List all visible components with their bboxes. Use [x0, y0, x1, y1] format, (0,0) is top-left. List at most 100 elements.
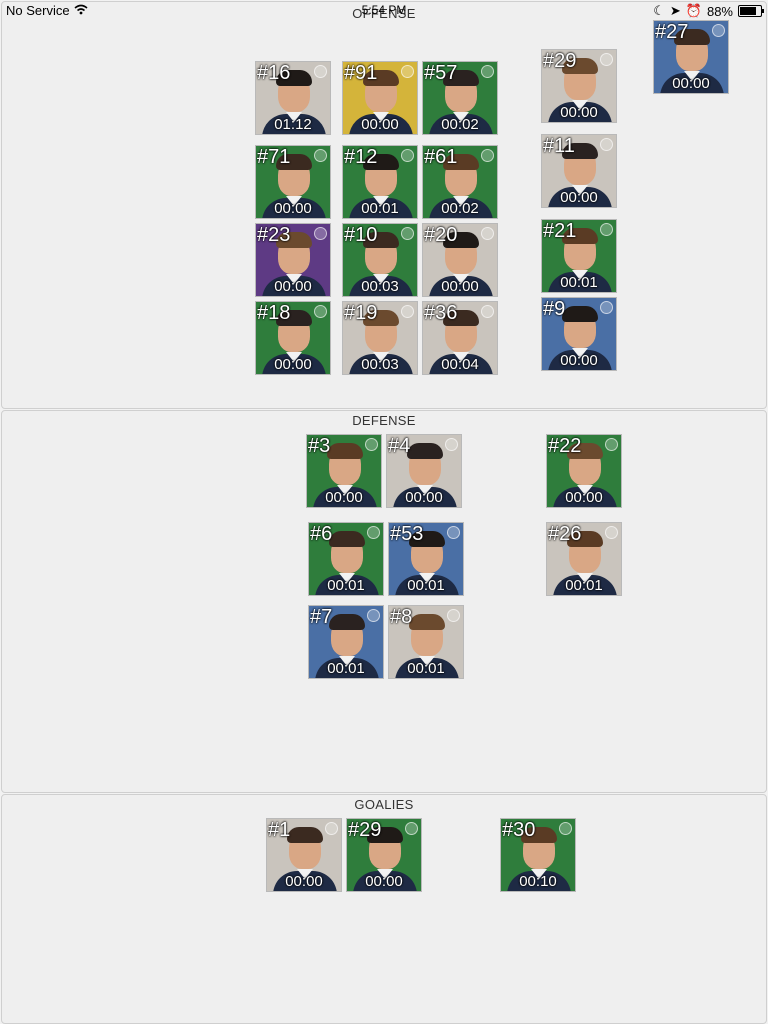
- player-number: #7: [310, 606, 333, 628]
- player-card-p19[interactable]: #19 00:03: [342, 301, 418, 375]
- team-logo-icon: [600, 223, 613, 236]
- team-logo-icon: [401, 149, 414, 162]
- team-logo-icon: [365, 438, 378, 451]
- player-number: #21: [543, 220, 577, 242]
- ice-time: 00:01: [327, 660, 365, 677]
- team-logo-icon: [559, 822, 572, 835]
- player-card-p29o[interactable]: #29 00:00: [541, 49, 617, 123]
- team-logo-icon: [600, 138, 613, 151]
- player-card-p6[interactable]: #6 00:01: [308, 522, 384, 596]
- player-card-p3[interactable]: #3 00:00: [306, 434, 382, 508]
- player-card-p16[interactable]: #16 01:12: [255, 61, 331, 135]
- player-number: #23: [257, 224, 291, 246]
- team-logo-icon: [481, 149, 494, 162]
- player-card-p11[interactable]: #11 00:00: [541, 134, 617, 208]
- player-card-p22[interactable]: #22 00:00: [546, 434, 622, 508]
- player-card-p18[interactable]: #18 00:00: [255, 301, 331, 375]
- player-card-p57[interactable]: #57 00:02: [422, 61, 498, 135]
- player-hair: [409, 614, 445, 630]
- player-card-p30[interactable]: #30 00:10: [500, 818, 576, 892]
- team-logo-icon: [367, 609, 380, 622]
- defense-title: DEFENSE: [352, 413, 416, 428]
- player-card-p27[interactable]: #27 00:00: [653, 20, 729, 94]
- player-hair: [329, 531, 365, 547]
- team-logo-icon: [405, 822, 418, 835]
- player-card-p10[interactable]: #10 00:03: [342, 223, 418, 297]
- player-card-p23[interactable]: #23 00:00: [255, 223, 331, 297]
- player-number: #12: [344, 146, 378, 168]
- player-hair: [327, 443, 363, 459]
- battery-percent: 88%: [706, 3, 733, 19]
- ice-time: 00:00: [274, 356, 312, 373]
- team-logo-icon: [600, 301, 613, 314]
- team-logo-icon: [401, 227, 414, 240]
- ice-time: 00:01: [407, 660, 445, 677]
- team-logo-icon: [314, 305, 327, 318]
- player-hair: [329, 614, 365, 630]
- player-number: #22: [548, 435, 582, 457]
- player-number: #8: [390, 606, 413, 628]
- player-number: #11: [543, 135, 575, 157]
- player-card-p36[interactable]: #36 00:04: [422, 301, 498, 375]
- team-logo-icon: [401, 305, 414, 318]
- ice-time: 00:00: [560, 352, 598, 369]
- player-card-p8[interactable]: #8 00:01: [388, 605, 464, 679]
- player-card-p1[interactable]: #1 00:00: [266, 818, 342, 892]
- player-card-p20[interactable]: #20 00:00: [422, 223, 498, 297]
- ice-time: 01:12: [274, 116, 312, 133]
- team-logo-icon: [314, 149, 327, 162]
- ice-time: 00:10: [519, 873, 557, 890]
- team-logo-icon: [314, 65, 327, 78]
- player-card-p7[interactable]: #7 00:01: [308, 605, 384, 679]
- team-logo-icon: [605, 526, 618, 539]
- player-number: #6: [310, 523, 333, 545]
- ice-time: 00:00: [274, 278, 312, 295]
- player-card-p91[interactable]: #91 00:00: [342, 61, 418, 135]
- player-number: #26: [548, 523, 582, 545]
- status-right: ☾ ➤ ⏰ 88%: [653, 3, 764, 19]
- player-number: #36: [424, 302, 458, 324]
- player-number: #4: [388, 435, 411, 457]
- player-card-p53[interactable]: #53 00:01: [388, 522, 464, 596]
- team-logo-icon: [712, 24, 725, 37]
- player-card-p61[interactable]: #61 00:02: [422, 145, 498, 219]
- player-card-p26[interactable]: #26 00:01: [546, 522, 622, 596]
- team-logo-icon: [445, 438, 458, 451]
- ice-time: 00:01: [407, 577, 445, 594]
- ice-time: 00:04: [441, 356, 479, 373]
- player-number: #19: [344, 302, 378, 324]
- ice-time: 00:03: [361, 278, 399, 295]
- moon-icon: ☾: [653, 3, 665, 18]
- ice-time: 00:01: [560, 274, 598, 291]
- player-number: #57: [424, 62, 458, 84]
- team-logo-icon: [600, 53, 613, 66]
- team-logo-icon: [367, 526, 380, 539]
- team-logo-icon: [447, 609, 460, 622]
- player-card-p21[interactable]: #21 00:01: [541, 219, 617, 293]
- team-logo-icon: [401, 65, 414, 78]
- player-number: #29: [348, 819, 382, 841]
- player-card-p12[interactable]: #12 00:01: [342, 145, 418, 219]
- ice-time: 00:01: [327, 577, 365, 594]
- player-number: #18: [257, 302, 291, 324]
- player-number: #61: [424, 146, 458, 168]
- player-number: #29: [543, 50, 577, 72]
- ice-time: 00:00: [285, 873, 323, 890]
- player-number: #20: [424, 224, 458, 246]
- team-logo-icon: [605, 438, 618, 451]
- player-card-p4[interactable]: #4 00:00: [386, 434, 462, 508]
- player-number: #27: [655, 21, 689, 43]
- defense-section: DEFENSE: [1, 410, 767, 793]
- team-logo-icon: [481, 305, 494, 318]
- player-number: #53: [390, 523, 424, 545]
- player-card-p9[interactable]: #9 00:00: [541, 297, 617, 371]
- ice-time: 00:01: [361, 200, 399, 217]
- team-logo-icon: [314, 227, 327, 240]
- player-card-p29g[interactable]: #29 00:00: [346, 818, 422, 892]
- ice-time: 00:00: [672, 75, 710, 92]
- battery-icon: [738, 5, 764, 17]
- ice-time: 00:00: [365, 873, 403, 890]
- goalies-title: GOALIES: [354, 797, 414, 812]
- player-number: #30: [502, 819, 536, 841]
- player-card-p71[interactable]: #71 00:00: [255, 145, 331, 219]
